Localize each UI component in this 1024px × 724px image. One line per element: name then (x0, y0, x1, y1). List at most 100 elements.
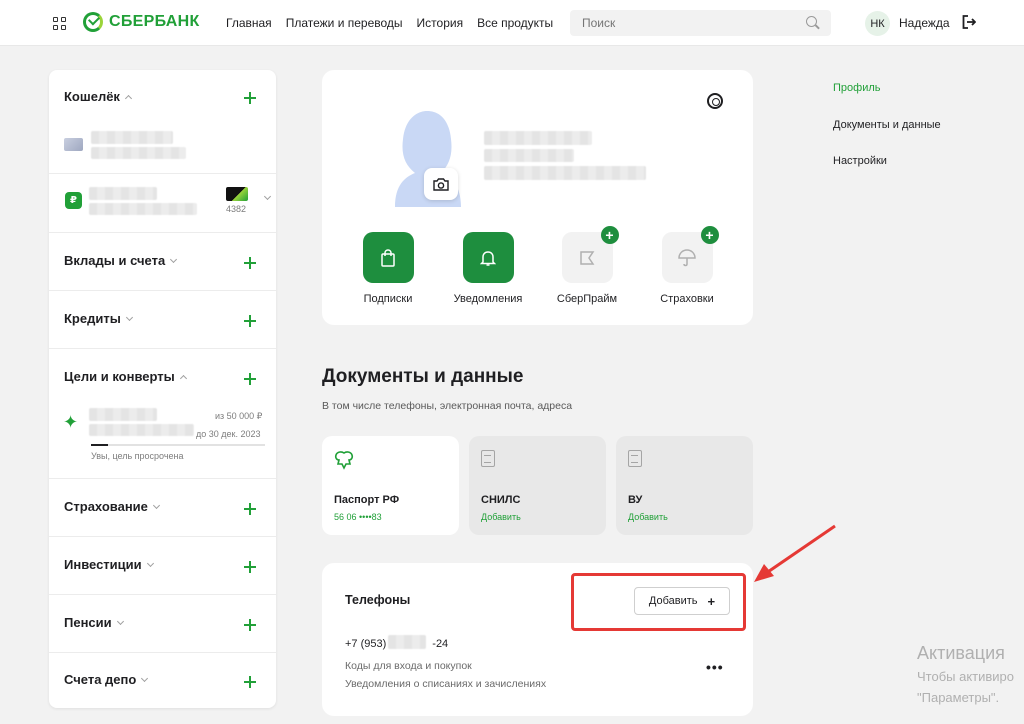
sidebar-item-pensions[interactable]: Пенсии (49, 595, 276, 653)
driving-license-add-link[interactable]: Добавить (628, 512, 668, 522)
documents-subtitle: В том числе телефоны, электронная почта,… (322, 400, 573, 412)
service-sberprime[interactable]: + СберПрайм (537, 226, 637, 305)
card-suffix: 4382 (226, 204, 247, 214)
hidden-user-name (484, 131, 592, 145)
chevron-down-icon[interactable] (263, 192, 272, 201)
sberprime-tile: + (561, 226, 619, 283)
right-nav-documents[interactable]: Документы и данные (833, 119, 941, 131)
add-insurance-plus-icon[interactable]: + (700, 226, 719, 244)
sidebar-item-credits[interactable]: Кредиты (49, 291, 276, 349)
hidden-phone-digits (388, 635, 426, 649)
sidebar-item-insurance[interactable]: Страхование (49, 479, 276, 537)
chevron-down-icon (141, 674, 149, 683)
emblem-icon (334, 451, 354, 470)
add-deposit-plus-icon[interactable] (244, 257, 256, 269)
goal-progress-fill (91, 444, 109, 446)
snils-label: СНИЛС (481, 494, 521, 506)
document-driving-license[interactable]: ВУ Добавить (616, 436, 753, 535)
driving-license-label: ВУ (628, 494, 643, 506)
add-sberprime-plus-icon[interactable]: + (600, 226, 619, 244)
search-input[interactable] (570, 10, 831, 36)
more-options-icon[interactable]: ••• (706, 659, 724, 675)
hidden-card-balance (91, 147, 186, 159)
add-investment-plus-icon[interactable] (244, 561, 256, 573)
change-photo-button[interactable] (424, 168, 458, 200)
hidden-goal-balance (89, 424, 194, 436)
add-credit-plus-icon[interactable] (244, 315, 256, 327)
goal-deadline: до 30 дек. 2023 (196, 429, 261, 439)
chevron-up-icon (124, 94, 132, 103)
deposits-title: Вклады и счета (64, 253, 178, 268)
notifications-label: Уведомления (453, 293, 523, 305)
right-nav-profile[interactable]: Профиль (833, 82, 881, 94)
chevron-down-icon (152, 501, 160, 510)
depo-title: Счета депо (64, 672, 149, 687)
user-name[interactable]: Надежда (899, 16, 950, 30)
top-header: СБЕРБАНК Главная Платежи и переводы Исто… (0, 0, 1024, 46)
add-wallet-plus-icon[interactable] (244, 92, 256, 104)
bag-icon (381, 248, 395, 267)
document-icon (628, 450, 642, 467)
add-depo-plus-icon[interactable] (244, 676, 256, 688)
nav-payments[interactable]: Платежи и переводы (286, 16, 403, 30)
phone-prefix: +7 (953) (345, 638, 387, 650)
document-passport[interactable]: Паспорт РФ 56 06 ••••83 (322, 436, 459, 535)
brand-name: СБЕРБАНК (109, 13, 200, 30)
annotation-arrow (754, 524, 836, 582)
sidebar-item-goals[interactable]: Цели и конверты ✦ из 50 000 ₽ до 30 дек.… (49, 349, 276, 479)
notifications-tile (462, 232, 514, 283)
hidden-goal-name (89, 408, 157, 421)
apps-grid-icon[interactable] (53, 17, 66, 30)
add-goal-plus-icon[interactable] (244, 373, 256, 385)
subscriptions-label: Подписки (363, 293, 413, 305)
sberprime-label: СберПрайм (556, 293, 618, 305)
passport-number: 56 06 ••••83 (334, 512, 382, 522)
pensions-title: Пенсии (64, 615, 124, 630)
sber-logo[interactable]: СБЕРБАНК (83, 12, 200, 32)
insurances-label: Страховки (660, 293, 714, 305)
snils-add-link[interactable]: Добавить (481, 512, 521, 522)
right-nav-settings[interactable]: Настройки (833, 155, 887, 167)
phone-usage-login: Коды для входа и покупок (345, 660, 472, 672)
nav-all-products[interactable]: Все продукты (477, 16, 553, 30)
bell-icon (480, 250, 496, 266)
logout-icon[interactable] (962, 15, 976, 29)
annotation-highlight-box (571, 573, 746, 631)
wallet-title[interactable]: Кошелёк (64, 89, 132, 104)
service-insurances[interactable]: + Страховки (637, 226, 737, 305)
chevron-down-icon (146, 559, 154, 568)
sidebar-item-depo[interactable]: Счета депо (49, 653, 276, 708)
phone-suffix: -24 (432, 638, 449, 650)
chevron-up-icon (179, 374, 187, 383)
sidebar-item-deposits[interactable]: Вклады и счета (49, 233, 276, 291)
subscriptions-tile (362, 232, 414, 283)
investments-title: Инвестиции (64, 557, 154, 572)
camera-icon (433, 177, 449, 191)
add-insurance-plus-icon[interactable] (244, 503, 256, 515)
linked-card-icon (226, 187, 248, 201)
hidden-user-surname (484, 149, 574, 162)
goal-status: Увы, цель просрочена (91, 451, 184, 461)
hidden-account-balance (89, 203, 197, 215)
products-sidebar: Кошелёк ₽ 4382 Вклады и счета Кредиты Це… (49, 70, 276, 708)
service-notifications[interactable]: Уведомления (438, 232, 538, 305)
gear-icon[interactable] (707, 93, 723, 109)
goals-title: Цели и конверты (64, 369, 187, 384)
nav-home[interactable]: Главная (226, 16, 272, 30)
user-avatar[interactable]: НК (865, 11, 890, 36)
nav-history[interactable]: История (417, 16, 464, 30)
service-subscriptions[interactable]: Подписки (338, 232, 438, 305)
ruble-account-icon: ₽ (65, 192, 82, 209)
add-pension-plus-icon[interactable] (244, 619, 256, 631)
document-snils[interactable]: СНИЛС Добавить (469, 436, 606, 535)
umbrella-icon (678, 248, 696, 266)
sidebar-item-investments[interactable]: Инвестиции (49, 537, 276, 595)
hidden-account-name (89, 187, 157, 200)
wallet-section: Кошелёк ₽ 4382 (49, 70, 276, 233)
credits-title: Кредиты (64, 311, 133, 326)
phone-usage-notifications: Уведомления о списаниях и зачислениях (345, 678, 547, 690)
sber-logo-icon (83, 12, 103, 32)
search-icon[interactable] (806, 16, 817, 27)
card-icon (64, 138, 83, 151)
insurances-tile: + (661, 226, 719, 283)
